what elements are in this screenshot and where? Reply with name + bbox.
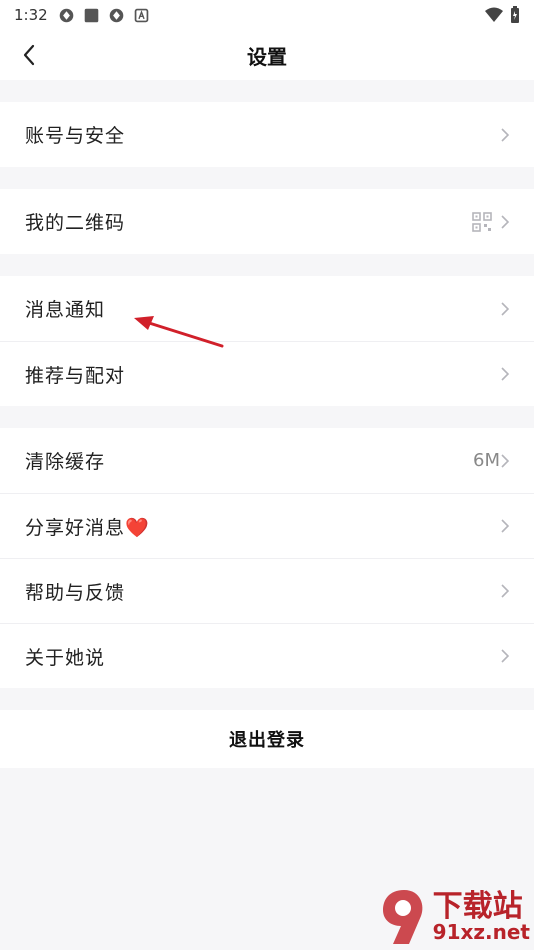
settings-item-label: 消息通知 <box>25 299 106 321</box>
section-gap <box>0 167 534 189</box>
settings-item-label: 关于她说 <box>25 646 106 669</box>
back-arrow-icon <box>23 44 35 66</box>
settings-item-label: 我的二维码 <box>25 212 126 234</box>
watermark-title: 下载站 <box>432 889 523 924</box>
section-gap <box>0 406 534 428</box>
page-title: 设置 <box>247 44 287 69</box>
section-gap <box>0 80 534 102</box>
chevron-right-icon <box>501 649 510 663</box>
app-square-icon <box>84 8 98 22</box>
cache-size-value: 6M <box>473 450 500 471</box>
header: 设置 <box>0 30 534 80</box>
status-time: 1:32 <box>14 6 48 24</box>
settings-item-label: 账号与安全 <box>25 125 126 147</box>
status-right <box>484 6 520 24</box>
section-gap <box>0 688 534 710</box>
chevron-right-icon <box>501 367 510 381</box>
a-letter-icon <box>134 8 148 22</box>
chevron-right-icon <box>501 453 510 468</box>
settings-item-label: 分享好消息❤️ <box>25 516 150 539</box>
settings-group-qrcode: 我的二维码 <box>0 189 534 254</box>
settings-item-help-feedback[interactable]: 帮助与反馈 <box>0 558 534 623</box>
settings-item-recommend-match[interactable]: 推荐与配对 <box>0 341 534 406</box>
logout-button[interactable]: 退出登录 <box>0 710 534 768</box>
settings-item-account-security[interactable]: 账号与安全 <box>0 102 534 167</box>
settings-item-label: 推荐与配对 <box>25 364 126 387</box>
chevron-right-icon <box>501 127 510 142</box>
back-button[interactable] <box>14 40 44 70</box>
app-notification-icon <box>59 8 73 22</box>
settings-group-account: 账号与安全 <box>0 102 534 167</box>
settings-item-my-qrcode[interactable]: 我的二维码 <box>0 189 534 254</box>
settings-item-about[interactable]: 关于她说 <box>0 623 534 688</box>
settings-item-share[interactable]: 分享好消息❤️ <box>0 493 534 558</box>
watermark: 下载站 91xz.net <box>379 886 530 948</box>
settings-group-misc: 清除缓存 6M 分享好消息❤️ 帮助与反馈 关于她说 <box>0 428 534 688</box>
battery-icon <box>511 6 519 23</box>
watermark-url: 91xz.net <box>432 920 530 944</box>
section-gap <box>0 254 534 276</box>
chevron-right-icon <box>501 301 510 316</box>
status-bar: 1:32 <box>0 0 534 30</box>
app-notification-icon <box>109 8 123 22</box>
settings-item-label: 清除缓存 <box>25 451 106 473</box>
watermark-logo-icon <box>382 890 423 944</box>
chevron-right-icon <box>501 584 510 598</box>
qr-code-icon <box>472 211 492 232</box>
settings-item-notifications[interactable]: 消息通知 <box>0 276 534 341</box>
settings-item-clear-cache[interactable]: 清除缓存 6M <box>0 428 534 493</box>
chevron-right-icon <box>501 214 510 229</box>
chevron-right-icon <box>501 519 510 533</box>
settings-group-notifications: 消息通知 推荐与配对 <box>0 276 534 406</box>
settings-item-label: 帮助与反馈 <box>25 581 126 604</box>
wifi-icon <box>485 7 503 22</box>
